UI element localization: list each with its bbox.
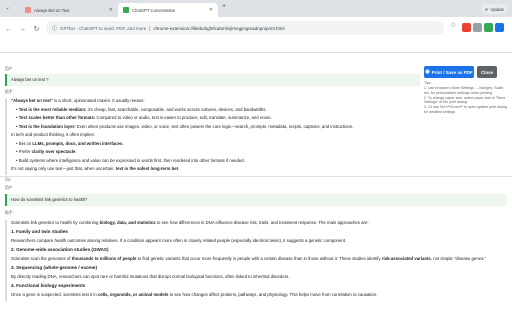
site-info-icon[interactable]: ⓘ	[52, 25, 57, 32]
print-save-pdf-button[interactable]: 🖶 Print / Save as PDF	[424, 66, 474, 78]
close-button[interactable]: Close	[477, 66, 497, 78]
extension-icon-gray[interactable]	[473, 23, 482, 32]
list-item: • Bet on LLMs, prompts, docs, and writte…	[16, 141, 124, 147]
section-body: By directly reading DNA, researchers can…	[11, 273, 290, 279]
section-body: Scientists scan the genomes of thousands…	[11, 255, 486, 261]
answer-intro: Scientists link genetics to health by co…	[11, 220, 369, 225]
user-message-text: How do scientists link genetics to healt…	[11, 197, 88, 202]
tip-item: 2. To change paper size, select paper si…	[424, 95, 506, 105]
extension-name: GPTkin - ChatGPT to word, PDF, and more	[60, 25, 147, 31]
role-label: 用户	[5, 67, 13, 71]
tip-item: 3. Or use Ctrl+P/Cmd+P to open system pr…	[424, 105, 507, 115]
answer-closing: It's not saying only use text—just that,…	[11, 165, 180, 171]
tip-item: 1. Use browser's More Settings → Margins…	[424, 85, 505, 95]
new-tab-button[interactable]: +	[222, 3, 226, 10]
forward-arrow-icon[interactable]: →	[17, 26, 28, 33]
update-icon: ⟳	[484, 6, 489, 12]
tab-close-icon[interactable]: ✕	[109, 7, 113, 13]
section-heading: 3. Sequencing (whole-genome / exome)	[11, 264, 98, 270]
section-heading: 4. Functional biology experiments	[11, 282, 86, 288]
tab-favicon-icon	[123, 7, 129, 13]
role-label: 助手	[5, 90, 13, 94]
separator-label: 问2	[5, 178, 11, 182]
list-item: • Text is the most reliable medium: it's…	[16, 107, 267, 113]
list-item: • Prefer clarity over spectacle.	[16, 149, 77, 155]
print-panel: 🖶 Print / Save as PDF Close Tips: 1. Use…	[420, 62, 512, 132]
context-line: In tech and product thinking, it often i…	[11, 131, 95, 137]
reload-icon[interactable]: ↻	[31, 25, 42, 33]
url-text: chrome-extension://likebuhgfnfcabmlmjlme…	[153, 25, 285, 31]
section-body: Researchers compare health outcomes amon…	[11, 237, 347, 243]
tab-always-bet-on-text[interactable]: Always Bet on Text ✕	[20, 3, 118, 17]
assistant-message: Scientists link genetics to health by co…	[5, 220, 507, 301]
answer-intro: "Always bet on text" is a short, opinion…	[11, 98, 145, 103]
separator: |	[149, 25, 151, 31]
tab-search-icon[interactable]: ⌄	[5, 4, 10, 11]
printer-icon: 🖶	[425, 69, 430, 74]
section-heading: 1. Family and twin studies	[11, 229, 68, 235]
section-body: Once a gene is suspected, scientists tes…	[11, 291, 378, 297]
list-item: • Text scales better than other formats:…	[16, 115, 272, 121]
tab-title: ChatGPT Conversation	[132, 7, 176, 13]
update-label: Update	[490, 6, 504, 12]
address-bar[interactable]: ⓘ GPTkin - ChatGPT to word, PDF, and mor…	[46, 21, 444, 35]
tab-chatgpt-conversation[interactable]: ChatGPT Conversation ✕	[118, 3, 218, 17]
print-button-label: Print / Save as PDF	[431, 69, 473, 75]
user-message: How do scientists link genetics to healt…	[5, 194, 507, 206]
list-item: • Text is the foundation layer: Even whe…	[16, 123, 354, 129]
close-button-label: Close	[480, 69, 494, 75]
extension-icon-red[interactable]	[462, 23, 471, 32]
user-message-text: Always bet on text ?	[11, 77, 49, 82]
assistant-message: "Always bet on text" is a short, opinion…	[5, 98, 415, 175]
tab-strip: ⌄ Always Bet on Text ✕ ChatGPT Conversat…	[0, 0, 512, 17]
section-heading: 2. Genome-wide association studies (GWAS…	[11, 247, 109, 253]
extension-icon-green[interactable]	[484, 23, 493, 32]
back-arrow-icon[interactable]: ←	[3, 26, 14, 33]
role-label: 助手	[5, 211, 13, 215]
star-icon[interactable]: ☆	[450, 21, 459, 30]
conversation-divider	[0, 176, 512, 177]
browser-toolbar: ← → ↻ ⓘ GPTkin - ChatGPT to word, PDF, a…	[0, 17, 512, 41]
extension-icon-blue[interactable]	[495, 23, 504, 32]
tab-favicon-icon	[25, 7, 31, 13]
bookmarks-bar	[0, 41, 512, 53]
list-item: • Build systems where intelligence and v…	[16, 157, 245, 163]
update-button[interactable]: ⟳ Update	[480, 4, 508, 14]
print-tips: Tips: 1. Use browser's More Settings → M…	[424, 81, 510, 115]
tab-title: Always Bet on Text	[34, 7, 70, 13]
role-label: 用户	[5, 186, 13, 190]
tab-close-icon[interactable]: ✕	[209, 7, 213, 13]
